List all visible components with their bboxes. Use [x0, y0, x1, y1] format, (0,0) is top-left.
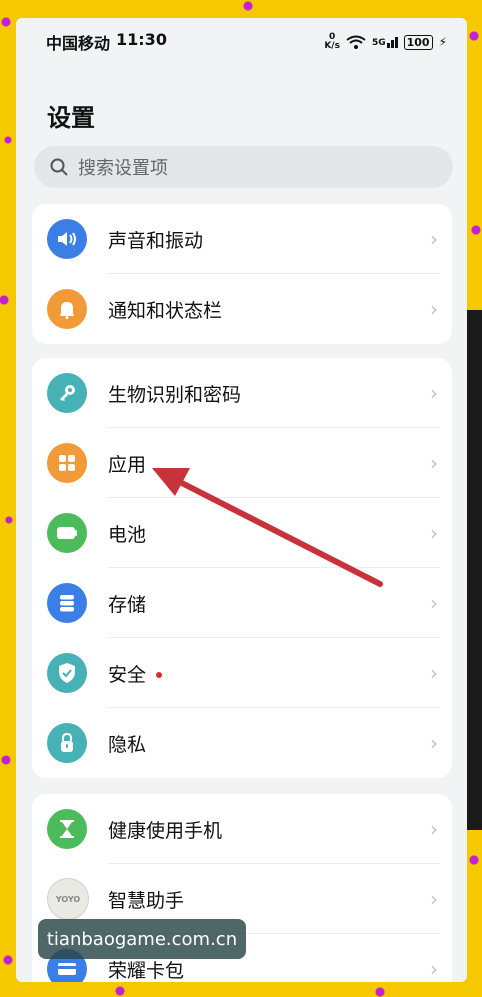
- key-icon: [47, 373, 87, 413]
- settings-item-label: 应用: [108, 453, 147, 476]
- apps-grid-icon: [47, 443, 87, 483]
- settings-item-apps[interactable]: 应用 ›: [32, 428, 452, 498]
- settings-item-label: 隐私: [108, 733, 147, 756]
- search-input[interactable]: 搜索设置项: [34, 146, 453, 188]
- chevron-right-icon: ›: [430, 957, 438, 981]
- speed-unit: K/s: [324, 41, 340, 51]
- settings-item-privacy[interactable]: 隐私 ›: [32, 708, 452, 778]
- watermark: tianbaogame.com.cn: [38, 919, 246, 959]
- settings-item-label: 生物识别和密码: [108, 383, 242, 406]
- carrier-name: 中国移动: [46, 34, 111, 53]
- battery-icon: [47, 513, 87, 553]
- bell-icon: [47, 289, 87, 329]
- settings-group-1: 声音和振动 › 通知和状态栏 ›: [32, 204, 452, 344]
- notification-badge: [156, 672, 163, 678]
- settings-item-label: 声音和振动: [108, 229, 204, 252]
- wifi-icon: [346, 35, 366, 49]
- storage-icon: [47, 583, 87, 623]
- settings-item-label: 智慧助手: [108, 889, 185, 912]
- settings-item-notifications[interactable]: 通知和状态栏 ›: [32, 274, 452, 344]
- settings-item-label: 健康使用手机: [108, 819, 223, 842]
- settings-item-label: 电池: [108, 523, 147, 546]
- chevron-right-icon: ›: [430, 731, 438, 755]
- chevron-right-icon: ›: [430, 521, 438, 545]
- page-title: 设置: [47, 104, 95, 132]
- chevron-right-icon: ›: [430, 661, 438, 685]
- chevron-right-icon: ›: [430, 227, 438, 251]
- settings-item-digital-balance[interactable]: 健康使用手机 ›: [32, 794, 452, 864]
- settings-item-label: 荣耀卡包: [108, 959, 185, 982]
- battery-indicator: 100: [403, 34, 433, 50]
- clock: 11:30: [116, 30, 167, 49]
- chevron-right-icon: ›: [430, 297, 438, 321]
- chevron-right-icon: ›: [430, 451, 438, 475]
- network-speed: 0 K/s: [324, 33, 340, 51]
- charging-icon: ⚡: [438, 35, 447, 49]
- settings-item-battery[interactable]: 电池 ›: [32, 498, 452, 568]
- settings-group-2: 生物识别和密码 › 应用 › 电池 › 存储 › 安全 › 隐私 ›: [32, 358, 452, 778]
- hourglass-icon: [47, 809, 87, 849]
- lock-icon: [47, 723, 87, 763]
- settings-item-label: 通知和状态栏: [108, 299, 223, 322]
- yoyo-icon: YOYO: [47, 878, 89, 920]
- chevron-right-icon: ›: [430, 381, 438, 405]
- chevron-right-icon: ›: [430, 591, 438, 615]
- speaker-icon: [47, 219, 87, 259]
- settings-item-label: 安全: [108, 660, 163, 687]
- network-type: 5G: [371, 37, 386, 48]
- search-icon: [50, 158, 68, 176]
- settings-item-label: 存储: [108, 593, 147, 616]
- chevron-right-icon: ›: [430, 817, 438, 841]
- settings-item-biometrics[interactable]: 生物识别和密码 ›: [32, 358, 452, 428]
- security-label-text: 安全: [108, 663, 147, 686]
- background-strip: [467, 310, 482, 830]
- search-placeholder: 搜索设置项: [78, 158, 168, 179]
- settings-item-security[interactable]: 安全 ›: [32, 638, 452, 708]
- chevron-right-icon: ›: [430, 887, 438, 911]
- yoyo-logo-text: YOYO: [55, 894, 81, 904]
- settings-item-storage[interactable]: 存储 ›: [32, 568, 452, 638]
- settings-screen: 中国移动 11:30 0 K/s 5G 100 ⚡ 设置 搜索设置项 声音和振动…: [16, 18, 467, 982]
- status-bar: 中国移动 11:30 0 K/s 5G 100 ⚡: [16, 18, 467, 66]
- signal-icon: 5G: [371, 36, 398, 48]
- shield-icon: [47, 653, 87, 693]
- settings-item-sound[interactable]: 声音和振动 ›: [32, 204, 452, 274]
